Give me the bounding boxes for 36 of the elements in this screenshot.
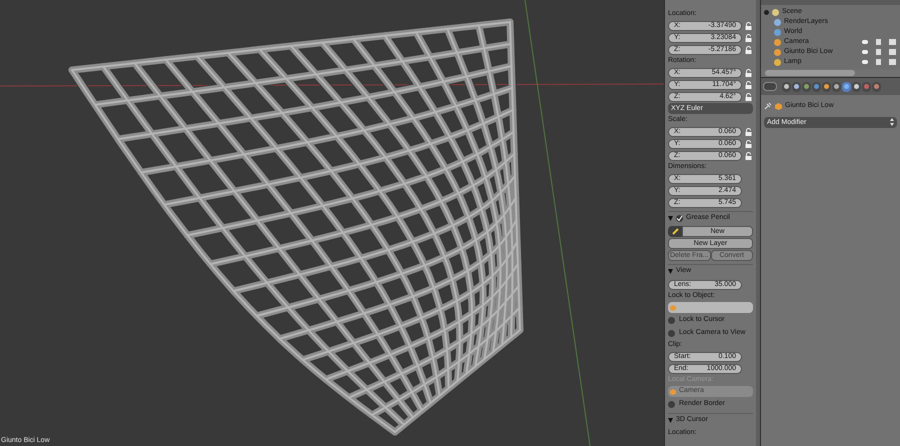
lock-icon[interactable] bbox=[745, 34, 752, 42]
checkbox[interactable] bbox=[668, 316, 675, 324]
updown-arrow-icon bbox=[890, 118, 894, 126]
expanded-triangle-icon[interactable] bbox=[668, 216, 673, 221]
cube-icon bbox=[670, 304, 676, 310]
outliner-scrollbar[interactable] bbox=[765, 70, 855, 76]
lock-icon[interactable] bbox=[745, 46, 752, 54]
checkbox[interactable] bbox=[676, 215, 683, 222]
properties-tab[interactable] bbox=[802, 82, 811, 92]
properties-tab[interactable] bbox=[822, 82, 831, 92]
properties-tab[interactable] bbox=[852, 82, 861, 92]
lock-icon[interactable] bbox=[745, 152, 752, 160]
collapse-icon[interactable] bbox=[764, 10, 769, 14]
cube-icon bbox=[670, 388, 676, 394]
lock-icon[interactable] bbox=[745, 140, 752, 148]
lock-icon[interactable] bbox=[745, 80, 752, 88]
properties-tab[interactable] bbox=[872, 82, 881, 92]
properties-tab[interactable] bbox=[832, 82, 841, 92]
pin-icon[interactable] bbox=[764, 102, 772, 110]
properties-tab[interactable] bbox=[792, 82, 801, 92]
checkbox[interactable] bbox=[668, 400, 675, 408]
checkbox[interactable] bbox=[668, 330, 675, 336]
properties-tab[interactable] bbox=[842, 82, 851, 92]
expanded-triangle-icon[interactable] bbox=[668, 269, 673, 274]
expanded-triangle-icon[interactable] bbox=[668, 418, 673, 423]
properties-tab[interactable] bbox=[782, 82, 791, 92]
pencil-icon[interactable] bbox=[668, 226, 682, 237]
lock-icon[interactable] bbox=[745, 92, 752, 100]
properties-tab[interactable] bbox=[812, 82, 821, 92]
object-field[interactable] bbox=[668, 302, 753, 313]
lock-icon[interactable] bbox=[745, 68, 752, 76]
lock-icon[interactable] bbox=[745, 128, 752, 136]
editor-menu-icon[interactable] bbox=[763, 82, 777, 91]
cube-icon bbox=[775, 102, 782, 110]
lock-icon[interactable] bbox=[745, 22, 752, 30]
scrollbar[interactable] bbox=[756, 0, 760, 446]
